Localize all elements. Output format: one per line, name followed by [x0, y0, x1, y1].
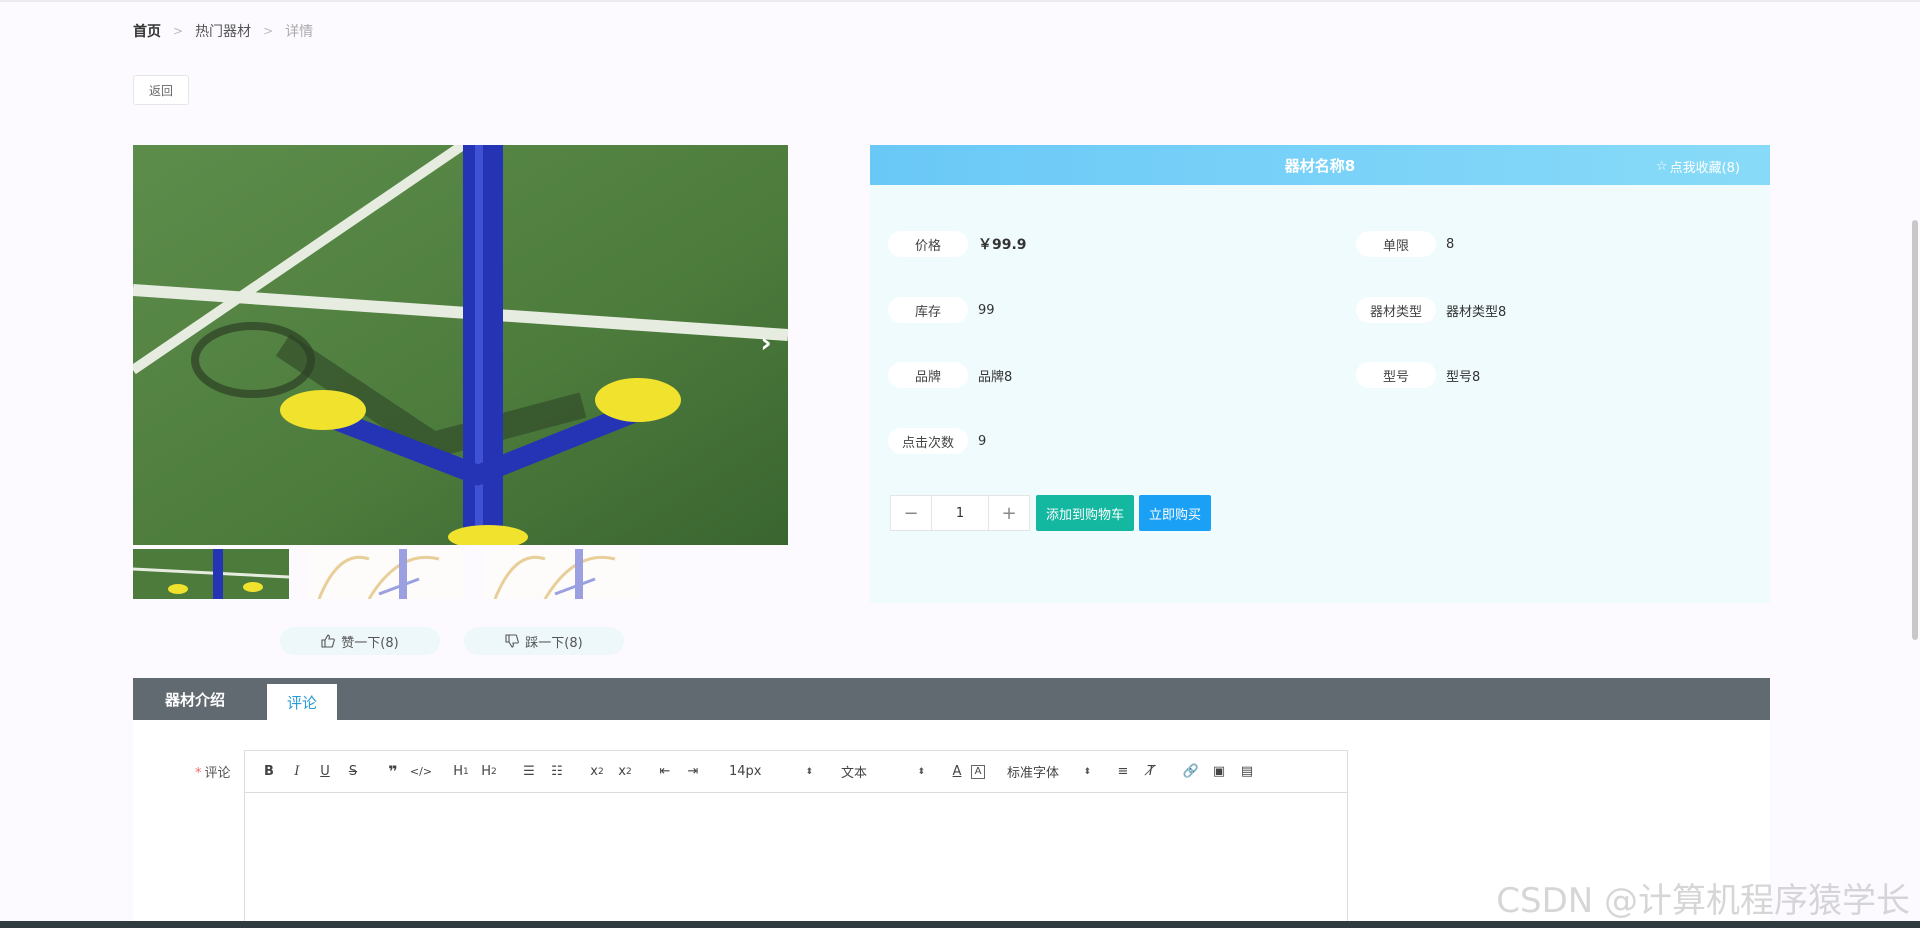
info-value: ￥99.9 — [978, 237, 1027, 253]
quantity-stepper: − 1 + — [890, 495, 1030, 531]
code-block-icon[interactable]: </> — [407, 760, 435, 784]
like-button[interactable]: 赞一下(8) — [280, 627, 440, 655]
select-arrows-icon: ⬍ — [917, 766, 925, 777]
taskbar-edge — [0, 921, 1920, 928]
editor-toolbar: B I U S ❞ </> H1 H2 ☰ ☷ x2 x2 ⇤ ⇥ 14px⬍ — [245, 751, 1347, 793]
scroll-thumb[interactable] — [1912, 220, 1918, 640]
info-type: 器材类型 器材类型8 — [1356, 297, 1506, 323]
star-icon: ☆ — [1655, 159, 1668, 174]
product-main-image: › — [133, 145, 788, 545]
ordered-list-icon[interactable]: ☰ — [515, 760, 543, 784]
dislike-button[interactable]: 踩一下(8) — [464, 627, 624, 655]
info-value: 器材类型8 — [1446, 304, 1507, 320]
info-value: 型号8 — [1446, 369, 1481, 385]
info-label: 单限 — [1356, 231, 1436, 257]
vote-row: 赞一下(8) 踩一下(8) — [280, 627, 624, 655]
dislike-label: 踩一下(8) — [525, 635, 583, 651]
breadcrumb-current: 详情 — [285, 24, 314, 40]
info-label: 器材类型 — [1356, 297, 1436, 323]
clear-format-icon[interactable]: T̸ — [1137, 760, 1165, 784]
info-model: 型号 型号8 — [1356, 362, 1480, 388]
info-label: 品牌 — [888, 362, 968, 388]
font-family-select[interactable]: 标准字体 ⬍ — [997, 762, 1097, 781]
info-label: 型号 — [1356, 362, 1436, 388]
superscript-icon[interactable]: x2 — [611, 760, 639, 784]
plus-icon[interactable]: + — [989, 496, 1029, 530]
breadcrumb-home[interactable]: 首页 — [133, 21, 161, 41]
product-name: 器材名称8 — [1284, 156, 1356, 175]
thumbnail[interactable] — [309, 549, 465, 599]
required-mark: * — [195, 766, 202, 781]
thumbnail[interactable] — [485, 549, 641, 599]
quantity-input[interactable]: 1 — [931, 496, 989, 530]
info-limit: 单限 8 — [1356, 231, 1454, 257]
info-label: 点击次数 — [888, 428, 968, 454]
purchase-row: − 1 + 添加到购物车 立即购买 — [890, 495, 1212, 531]
video-icon[interactable]: ▤ — [1233, 760, 1261, 784]
thumbs-up-icon — [321, 634, 336, 648]
breadcrumb-separator: > — [173, 24, 184, 38]
info-label: 价格 — [888, 231, 968, 257]
comment-label: * 评论 — [195, 766, 231, 781]
breadcrumb: 首页 > 热门器材 > 详情 — [133, 21, 313, 41]
breadcrumb-separator: > — [263, 24, 274, 38]
minus-icon[interactable]: − — [891, 496, 931, 530]
tab-introduction[interactable]: 器材介绍 — [133, 678, 257, 720]
align-icon[interactable]: ≡ — [1109, 760, 1137, 784]
watermark: CSDN @计算机程序猿学长 — [1496, 881, 1910, 921]
bold-icon[interactable]: B — [255, 760, 283, 784]
bullet-list-icon[interactable]: ☷ — [543, 760, 571, 784]
outdent-icon[interactable]: ⇤ — [651, 760, 679, 784]
info-value: 9 — [978, 433, 987, 449]
underline-icon[interactable]: U — [311, 760, 339, 784]
font-color-icon[interactable]: A — [943, 760, 971, 784]
italic-icon[interactable]: I — [283, 760, 311, 784]
top-divider — [0, 0, 1920, 2]
select-arrows-icon: ⬍ — [805, 766, 813, 777]
like-label: 赞一下(8) — [341, 635, 399, 651]
info-label: 库存 — [888, 297, 968, 323]
tab-comments[interactable]: 评论 — [267, 684, 338, 720]
thumbs-down-icon — [505, 634, 520, 648]
info-clicks: 点击次数 9 — [888, 428, 986, 454]
heading-1-icon[interactable]: H1 — [447, 760, 475, 784]
rich-text-editor: B I U S ❞ </> H1 H2 ☰ ☷ x2 x2 ⇤ ⇥ 14px⬍ — [244, 750, 1348, 928]
thumbnail[interactable] — [133, 549, 289, 599]
tab-bar: 器材介绍 评论 — [133, 678, 1770, 720]
info-value: 8 — [1446, 236, 1455, 252]
next-image-icon[interactable]: › — [754, 329, 778, 357]
indent-icon[interactable]: ⇥ — [679, 760, 707, 784]
strikethrough-icon[interactable]: S — [339, 760, 367, 784]
thumbnail-strip — [133, 549, 653, 599]
favorite-button[interactable]: ☆ 点我收藏(8) — [1656, 157, 1740, 176]
select-arrows-icon: ⬍ — [1083, 766, 1091, 777]
blockquote-icon[interactable]: ❞ — [379, 760, 407, 784]
info-value: 99 — [978, 302, 995, 318]
product-detail-panel: 器材名称8 ☆ 点我收藏(8) 价格 ￥99.9 单限 8 库存 99 器材类型… — [870, 145, 1770, 603]
info-brand: 品牌 品牌8 — [888, 362, 1012, 388]
product-header: 器材名称8 ☆ 点我收藏(8) — [870, 145, 1770, 185]
info-value: 品牌8 — [978, 369, 1013, 385]
info-stock: 库存 99 — [888, 297, 995, 323]
buy-now-button[interactable]: 立即购买 — [1139, 495, 1212, 531]
favorite-label: 点我收藏(8) — [1669, 161, 1740, 176]
background-color-icon[interactable]: A — [971, 764, 985, 779]
heading-2-icon[interactable]: H2 — [475, 760, 503, 784]
font-size-select[interactable]: 14px ⬍ — [719, 764, 819, 779]
link-icon[interactable]: 🔗 — [1177, 760, 1205, 784]
add-to-cart-button[interactable]: 添加到购物车 — [1036, 495, 1135, 531]
breadcrumb-category[interactable]: 热门器材 — [195, 21, 251, 41]
back-button[interactable]: 返回 — [133, 75, 189, 105]
scrollbar[interactable] — [1910, 220, 1920, 920]
info-price: 价格 ￥99.9 — [888, 231, 1027, 257]
equipment-photo — [133, 145, 788, 545]
subscript-icon[interactable]: x2 — [583, 760, 611, 784]
text-type-select[interactable]: 文本 ⬍ — [831, 762, 931, 781]
image-icon[interactable]: ▣ — [1205, 760, 1233, 784]
